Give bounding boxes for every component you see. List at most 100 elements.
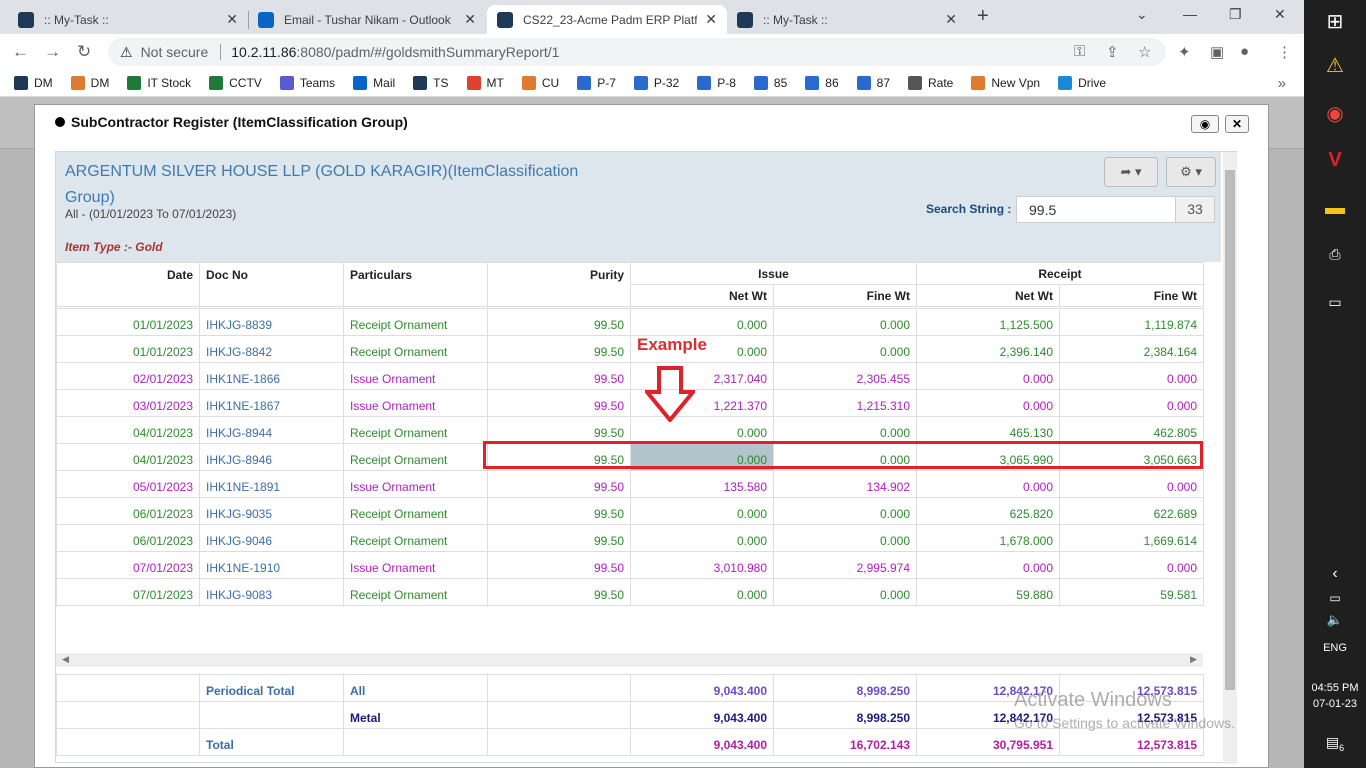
cell-doc[interactable]: IHKJG-8946 (199, 443, 344, 471)
bookmark-item[interactable]: MT (466, 76, 504, 90)
bookmark-star-icon[interactable]: ☆ (1138, 43, 1151, 61)
file-explorer-icon[interactable]: ▬ (1321, 194, 1349, 222)
close-icon[interactable]: ✕ (1225, 115, 1249, 133)
chrome-icon[interactable]: ◉ (1321, 100, 1349, 128)
bookmark-item[interactable]: P-32 (633, 76, 679, 90)
tab-title: Email - Tushar Nikam - Outlook (284, 12, 451, 27)
table-row[interactable]: 01/01/2023 IHKJG-8839 Receipt Ornament 99.5… (56, 308, 1204, 336)
menu-icon[interactable]: ⋮ (1277, 43, 1292, 61)
more-bookmarks-icon[interactable]: » (1278, 75, 1286, 92)
printer-icon[interactable]: ⎙ (1321, 240, 1349, 268)
bookmark-item[interactable]: Teams (279, 76, 335, 90)
settings-gear-button[interactable]: ⚙ ▾ (1166, 157, 1216, 187)
col-purity[interactable]: Purity (487, 262, 631, 307)
network-drive-icon[interactable]: ▭ (1321, 288, 1349, 316)
bookmark-item[interactable]: P-8 (697, 76, 736, 90)
bookmark-item[interactable]: 85 (753, 76, 787, 90)
cell-doc[interactable]: IHKJG-8839 (199, 308, 344, 336)
cell-doc[interactable]: IHKJG-9083 (199, 578, 344, 606)
minimize-button[interactable]: — (1183, 6, 1197, 22)
app-icon[interactable]: V (1321, 146, 1349, 174)
close-tab-icon[interactable]: ✕ (705, 11, 717, 28)
cell-ifine: 0.000 (773, 335, 917, 363)
not-secure-label[interactable]: Not secure (141, 44, 209, 60)
warning-icon[interactable]: ⚠ (120, 44, 133, 61)
bookmark-item[interactable]: IT Stock (127, 76, 191, 90)
close-window-button[interactable]: ✕ (1274, 6, 1286, 23)
bookmark-item[interactable]: CU (521, 76, 559, 90)
back-icon[interactable]: ← (12, 42, 29, 62)
tab-my-task-2[interactable]: :: My-Task :: ✕ (727, 5, 967, 34)
clock[interactable]: 04:55 PM 07-01-23 (1304, 680, 1366, 712)
warning-icon[interactable]: ⚠ (1321, 52, 1349, 80)
cell-doc[interactable]: IHK1NE-1867 (199, 389, 344, 417)
bookmark-item[interactable]: Drive (1058, 76, 1106, 90)
bookmark-item[interactable]: CCTV (209, 76, 262, 90)
bookmark-item[interactable]: 86 (805, 76, 839, 90)
col-receipt-fine-wt[interactable]: Fine Wt (1058, 284, 1205, 307)
bookmark-item[interactable]: P-7 (577, 76, 616, 90)
col-date[interactable]: Date (56, 262, 200, 307)
close-tab-icon[interactable]: ✕ (945, 11, 957, 28)
bookmark-item[interactable]: Mail (353, 76, 395, 90)
horizontal-scrollbar[interactable]: ◀ ▶ (56, 653, 1203, 667)
bookmark-item[interactable]: Rate (908, 76, 953, 90)
cell-doc[interactable]: IHK1NE-1891 (199, 470, 344, 498)
table-row[interactable]: 07/01/2023 IHK1NE-1910 Issue Ornament 99.50… (56, 551, 1204, 579)
cell-part: Receipt Ornament (343, 497, 488, 525)
extensions-icon[interactable]: ✦ (1178, 43, 1191, 61)
table-row[interactable]: 03/01/2023 IHK1NE-1867 Issue Ornament 99.50… (56, 389, 1204, 417)
bookmark-item[interactable]: 87 (856, 76, 890, 90)
vertical-scrollbar[interactable] (1223, 152, 1237, 764)
eye-slash-icon[interactable]: ◉ (1191, 115, 1219, 133)
search-input[interactable] (1016, 196, 1176, 223)
modal-title: SubContractor Register (ItemClassificati… (55, 114, 408, 130)
side-panel-icon[interactable]: ▣ (1210, 43, 1224, 61)
col-doc-no[interactable]: Doc No (199, 262, 344, 307)
table-row[interactable]: 01/01/2023 IHKJG-8842 Receipt Ornament 99.5… (56, 335, 1204, 363)
share-icon[interactable]: ⇪ (1106, 43, 1119, 61)
bookmark-item[interactable]: DM (14, 76, 53, 90)
tab-outlook[interactable]: Email - Tushar Nikam - Outlook ✕ (248, 5, 486, 34)
key-icon[interactable]: ⚿ (1074, 43, 1085, 60)
address-bar[interactable]: ⚠ Not secure 10.2.11.86 :8080/padm/#/gol… (108, 38, 1166, 66)
bookmark-item[interactable]: DM (70, 76, 109, 90)
forward-icon[interactable]: → (44, 42, 61, 62)
tab-my-task-1[interactable]: :: My-Task :: ✕ (8, 5, 248, 34)
cell-ifine: 2,305.455 (773, 362, 917, 390)
cell-doc[interactable]: IHK1NE-1866 (199, 362, 344, 390)
col-issue-net-wt[interactable]: Net Wt (630, 284, 774, 307)
col-receipt-net-wt[interactable]: Net Wt (916, 284, 1060, 307)
bookmark-item[interactable]: TS (413, 76, 449, 90)
table-row[interactable]: 02/01/2023 IHK1NE-1866 Issue Ornament 99.50… (56, 362, 1204, 390)
table-row[interactable]: 04/01/2023 IHKJG-8944 Receipt Ornament 99.5… (56, 416, 1204, 444)
table-row[interactable]: 06/01/2023 IHKJG-9035 Receipt Ornament 99.5… (56, 497, 1204, 525)
table-row[interactable]: 07/01/2023 IHKJG-9083 Receipt Ornament 99.5… (56, 578, 1204, 606)
tab-search-chevron-icon[interactable]: ⌄ (1136, 6, 1148, 23)
windows-start-icon[interactable]: ⊞ (1321, 8, 1349, 36)
reload-icon[interactable]: ↻ (77, 42, 91, 62)
language-indicator[interactable]: ENG (1304, 642, 1366, 654)
volume-icon[interactable]: 🔈 (1321, 606, 1349, 634)
col-particulars[interactable]: Particulars (343, 262, 488, 307)
profile-avatar[interactable]: ● (1240, 43, 1249, 60)
table-row[interactable]: 05/01/2023 IHK1NE-1891 Issue Ornament 99.50… (56, 470, 1204, 498)
company-name: ARGENTUM SILVER HOUSE LLP (GOLD KARAGIR)… (65, 163, 579, 206)
cell-doc[interactable]: IHKJG-8842 (199, 335, 344, 363)
cell-doc[interactable]: IHK1NE-1910 (199, 551, 344, 579)
cell-doc[interactable]: IHKJG-8944 (199, 416, 344, 444)
tab-erp-active[interactable]: CS22_23-Acme Padm ERP Platfor ✕ (487, 5, 727, 34)
new-tab-button[interactable]: + (977, 5, 989, 28)
notification-icon[interactable]: ▤6 (1321, 728, 1349, 756)
close-tab-icon[interactable]: ✕ (464, 11, 476, 28)
cell-doc[interactable]: IHKJG-9046 (199, 524, 344, 552)
col-issue-fine-wt[interactable]: Fine Wt (773, 284, 917, 307)
bookmark-item[interactable]: New Vpn (971, 76, 1040, 90)
cell-part: Receipt Ornament (343, 335, 488, 363)
table-row[interactable]: 06/01/2023 IHKJG-9046 Receipt Ornament 99.5… (56, 524, 1204, 552)
cell-rfine: 462.805 (1059, 416, 1204, 444)
share-export-button[interactable]: ➦ ▾ (1104, 157, 1158, 187)
restore-button[interactable]: ❐ (1229, 6, 1242, 23)
cell-doc[interactable]: IHKJG-9035 (199, 497, 344, 525)
close-tab-icon[interactable]: ✕ (226, 11, 238, 28)
